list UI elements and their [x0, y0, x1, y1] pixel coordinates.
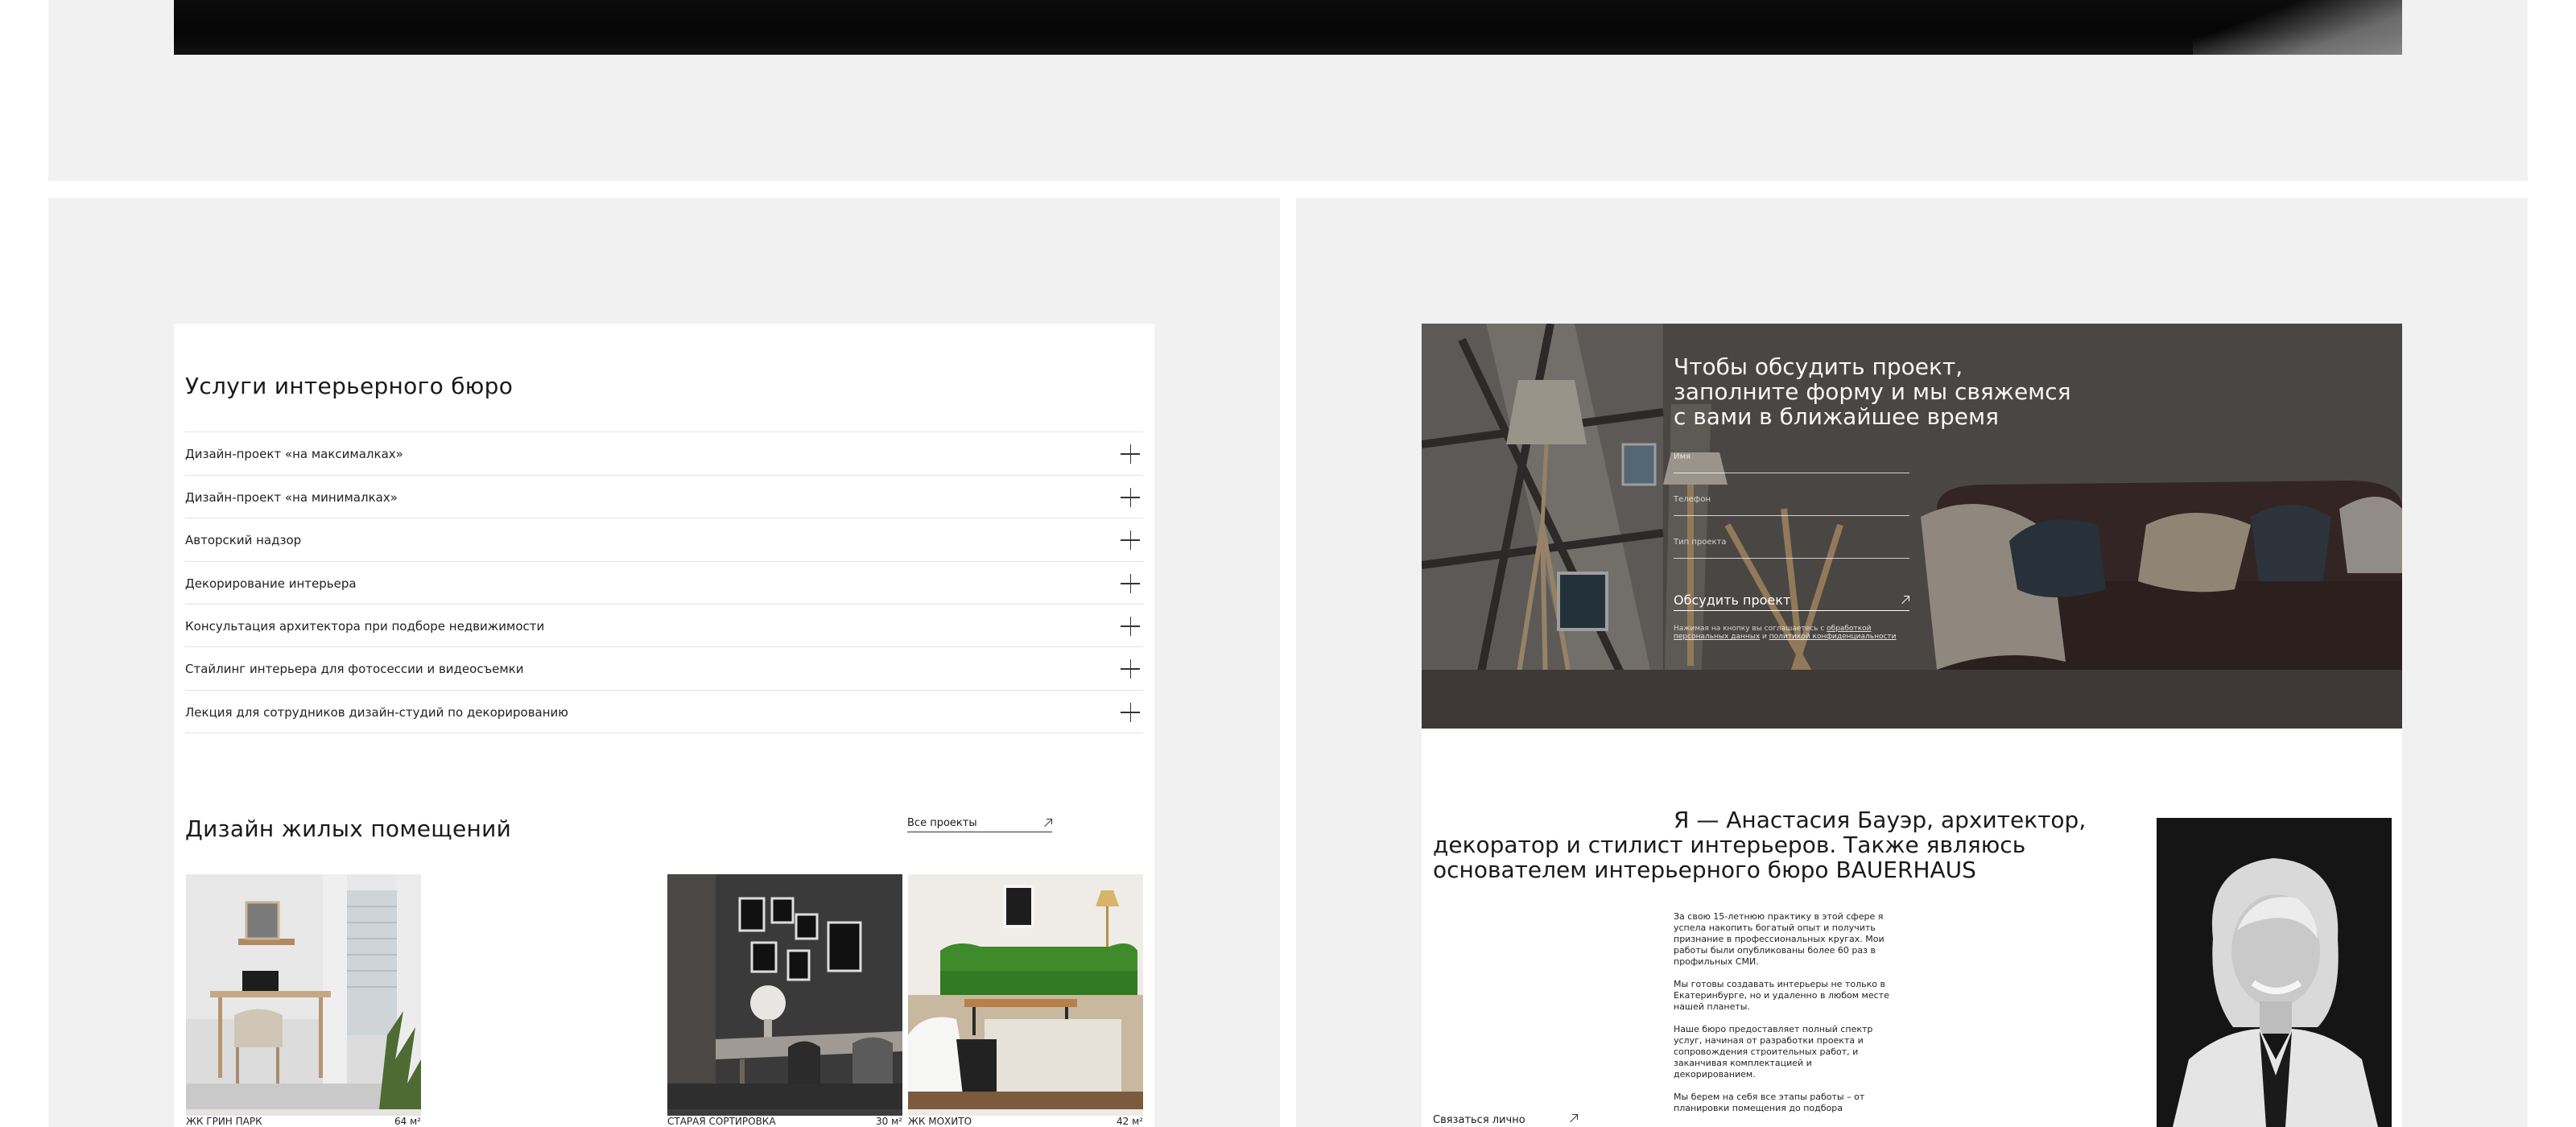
services-title: Услуги интерьерного бюро [185, 373, 514, 399]
service-item[interactable]: Декорирование интерьера [185, 562, 1143, 605]
service-item[interactable]: Консультация архитектора при подборе нед… [185, 605, 1143, 647]
form-title-line: с вами в ближайшее время [1674, 403, 1999, 430]
project-name: ЖК ГРИН ПАРК [186, 1116, 262, 1127]
plus-icon[interactable] [1121, 658, 1140, 679]
service-item-label: Дизайн-проект «на максималках» [185, 446, 403, 461]
service-item[interactable]: Дизайн-проект «на максималках» [185, 432, 1143, 475]
contact-personally-link[interactable]: Связаться лично [1433, 1114, 1578, 1127]
plus-icon[interactable] [1121, 530, 1140, 550]
project-area: 30 м² [876, 1116, 902, 1127]
plus-icon[interactable] [1121, 487, 1140, 507]
contact-form-title: Чтобы обсудить проект, заполните форму и… [1674, 354, 2092, 429]
about-heading-line: Я — Анастасия Бауэр, архитектор, [1674, 807, 2087, 833]
consent-prefix: Нажимая на кнопку вы соглашаетесь с [1674, 625, 1825, 633]
project-card[interactable]: СТАРАЯ СОРТИРОВКА 30 м² [667, 874, 902, 1127]
plus-icon[interactable] [1121, 573, 1140, 593]
form-title-line: Чтобы обсудить проект, [1674, 353, 1963, 380]
project-image [186, 874, 421, 1109]
about-paragraph: За свою 15-летнюю практику в этой сфере … [1674, 911, 1885, 967]
project-image [667, 874, 902, 1109]
service-item-label: Дизайн-проект «на минималках» [185, 489, 398, 505]
service-item-label: Декорирование интерьера [185, 576, 357, 591]
service-item[interactable]: Дизайн-проект «на минималках» [185, 476, 1143, 518]
service-item[interactable]: Стайлинг интерьера для фотосессии и виде… [185, 647, 1143, 690]
about-heading-line: декоратор и стилист интерьеров. Также яв… [1433, 832, 2026, 858]
project-type-placeholder: Тип проекта [1674, 538, 1727, 547]
name-field[interactable]: Имя [1674, 452, 1909, 473]
arrow-up-right-icon [1900, 595, 1909, 605]
phone-placeholder: Телефон [1674, 495, 1711, 504]
all-projects-label: Все проекты [907, 817, 977, 829]
project-card[interactable]: ЖК ГРИН ПАРК 64 м² [186, 874, 421, 1127]
hero-image [174, 0, 2402, 55]
project-name: СТАРАЯ СОРТИРОВКА [667, 1116, 776, 1127]
all-projects-link[interactable]: Все проекты [907, 815, 1052, 832]
about-paragraph: Мы готовы создавать интерьеры не только … [1674, 979, 1889, 1012]
project-caption: СТАРАЯ СОРТИРОВКА 30 м² [667, 1116, 902, 1127]
consent-text: Нажимая на кнопку вы соглашаетесь с обра… [1674, 625, 1915, 641]
project-type-field[interactable]: Тип проекта [1674, 538, 1909, 559]
service-item-label: Консультация архитектора при подборе нед… [185, 618, 545, 634]
about-paragraph: Мы берем на себя все этапы работы – от п… [1674, 1092, 1865, 1113]
consent-and: и [1762, 633, 1767, 641]
residential-title: Дизайн жилых помещений [185, 815, 512, 842]
plus-icon[interactable] [1121, 616, 1140, 636]
plus-icon[interactable] [1121, 702, 1140, 722]
name-placeholder: Имя [1674, 452, 1691, 461]
form-title-line: заполните форму и мы свяжемся [1674, 378, 2071, 405]
about-heading: Я — Анастасия Бауэр, архитектор, декорат… [1433, 807, 2093, 882]
project-area: 64 м² [394, 1116, 421, 1127]
about-body: За свою 15-летнюю практику в этой сфере … [1674, 911, 1891, 1125]
service-item-label: Лекция для сотрудников дизайн-студий по … [185, 704, 568, 720]
arrow-up-right-icon [1568, 1114, 1578, 1124]
project-caption: ЖК МОХИТО 42 м² [908, 1116, 1143, 1127]
project-name: ЖК МОХИТО [908, 1116, 972, 1127]
plus-icon[interactable] [1121, 444, 1140, 464]
service-item[interactable]: Лекция для сотрудников дизайн-студий по … [185, 691, 1143, 733]
submit-label: Обсудить проект [1674, 592, 1791, 608]
service-item-label: Авторский надзор [185, 532, 302, 547]
about-paragraph: Наше бюро предоставляет полный спектр ус… [1674, 1024, 1873, 1080]
contact-label: Связаться лично [1433, 1114, 1525, 1126]
arrow-up-right-icon [1042, 818, 1052, 828]
project-area: 42 м² [1117, 1116, 1143, 1127]
about-heading-line: основателем интерьерного бюро BAUERHAUS [1433, 857, 1976, 883]
submit-button[interactable]: Обсудить проект [1674, 590, 1909, 611]
project-caption: ЖК ГРИН ПАРК 64 м² [186, 1116, 421, 1127]
privacy-policy-link[interactable]: политикой конфиденциальности [1769, 633, 1897, 641]
phone-field[interactable]: Телефон [1674, 495, 1909, 516]
project-card[interactable]: ЖК МОХИТО 42 м² [908, 874, 1143, 1127]
founder-portrait [2157, 818, 2392, 1127]
service-item-label: Стайлинг интерьера для фотосессии и виде… [185, 661, 524, 676]
service-item[interactable]: Авторский надзор [185, 518, 1143, 561]
project-image [908, 874, 1143, 1109]
